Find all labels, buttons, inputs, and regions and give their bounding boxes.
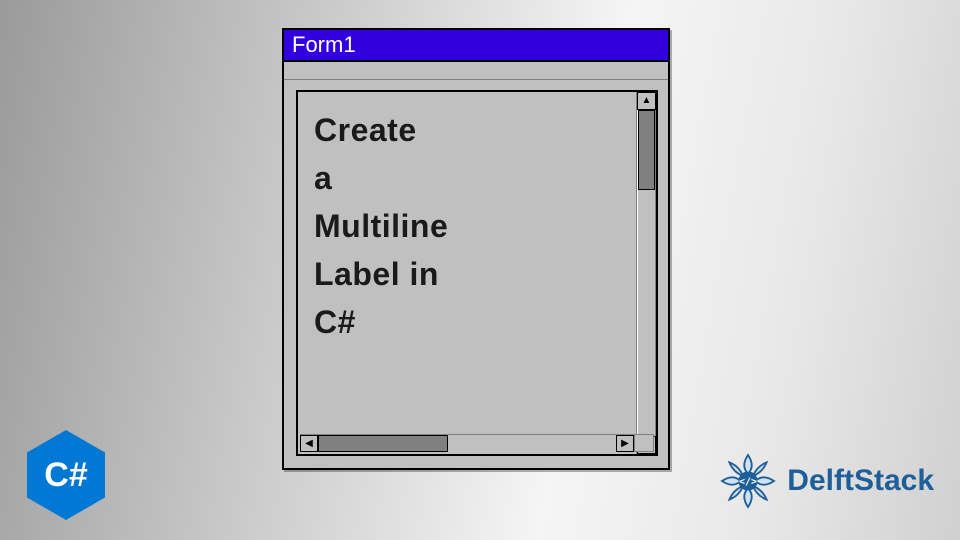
csharp-badge: C# (24, 428, 108, 522)
label-line: Multiline (314, 202, 622, 250)
window-titlebar[interactable]: Form1 (284, 30, 668, 62)
scroll-right-arrow-icon[interactable]: ▶ (616, 435, 634, 452)
window-title: Form1 (292, 32, 356, 58)
multiline-label-container: Create a Multiline Label in C# ▲ ▼ ◀ ▶ (296, 90, 658, 456)
label-line: Label in (314, 250, 622, 298)
delftstack-text: DelftStack (787, 464, 934, 498)
hexagon-icon: C# (27, 430, 105, 520)
horizontal-scrollbar[interactable]: ◀ ▶ (300, 434, 634, 452)
hscroll-thumb[interactable] (318, 435, 448, 452)
label-line: a (314, 154, 622, 202)
vscroll-thumb[interactable] (638, 110, 655, 190)
scrollbar-corner (634, 434, 654, 452)
scroll-up-arrow-icon[interactable]: ▲ (637, 92, 656, 110)
multiline-label: Create a Multiline Label in C# (298, 92, 636, 454)
vertical-scrollbar[interactable]: ▲ ▼ (636, 92, 656, 454)
svg-text:</>: </> (739, 477, 757, 488)
label-line: Create (314, 106, 622, 154)
delftstack-logo: </> DelftStack (717, 450, 934, 512)
form-window: Form1 Create a Multiline Label in C# ▲ ▼… (282, 28, 670, 470)
client-area: Create a Multiline Label in C# ▲ ▼ ◀ ▶ (284, 80, 668, 466)
delftstack-flower-icon: </> (717, 450, 779, 512)
hscroll-track[interactable] (318, 435, 616, 452)
csharp-text: C# (44, 456, 87, 495)
menubar (284, 62, 668, 80)
scroll-left-arrow-icon[interactable]: ◀ (300, 435, 318, 452)
label-line: C# (314, 298, 622, 346)
vscroll-track[interactable] (637, 110, 656, 436)
